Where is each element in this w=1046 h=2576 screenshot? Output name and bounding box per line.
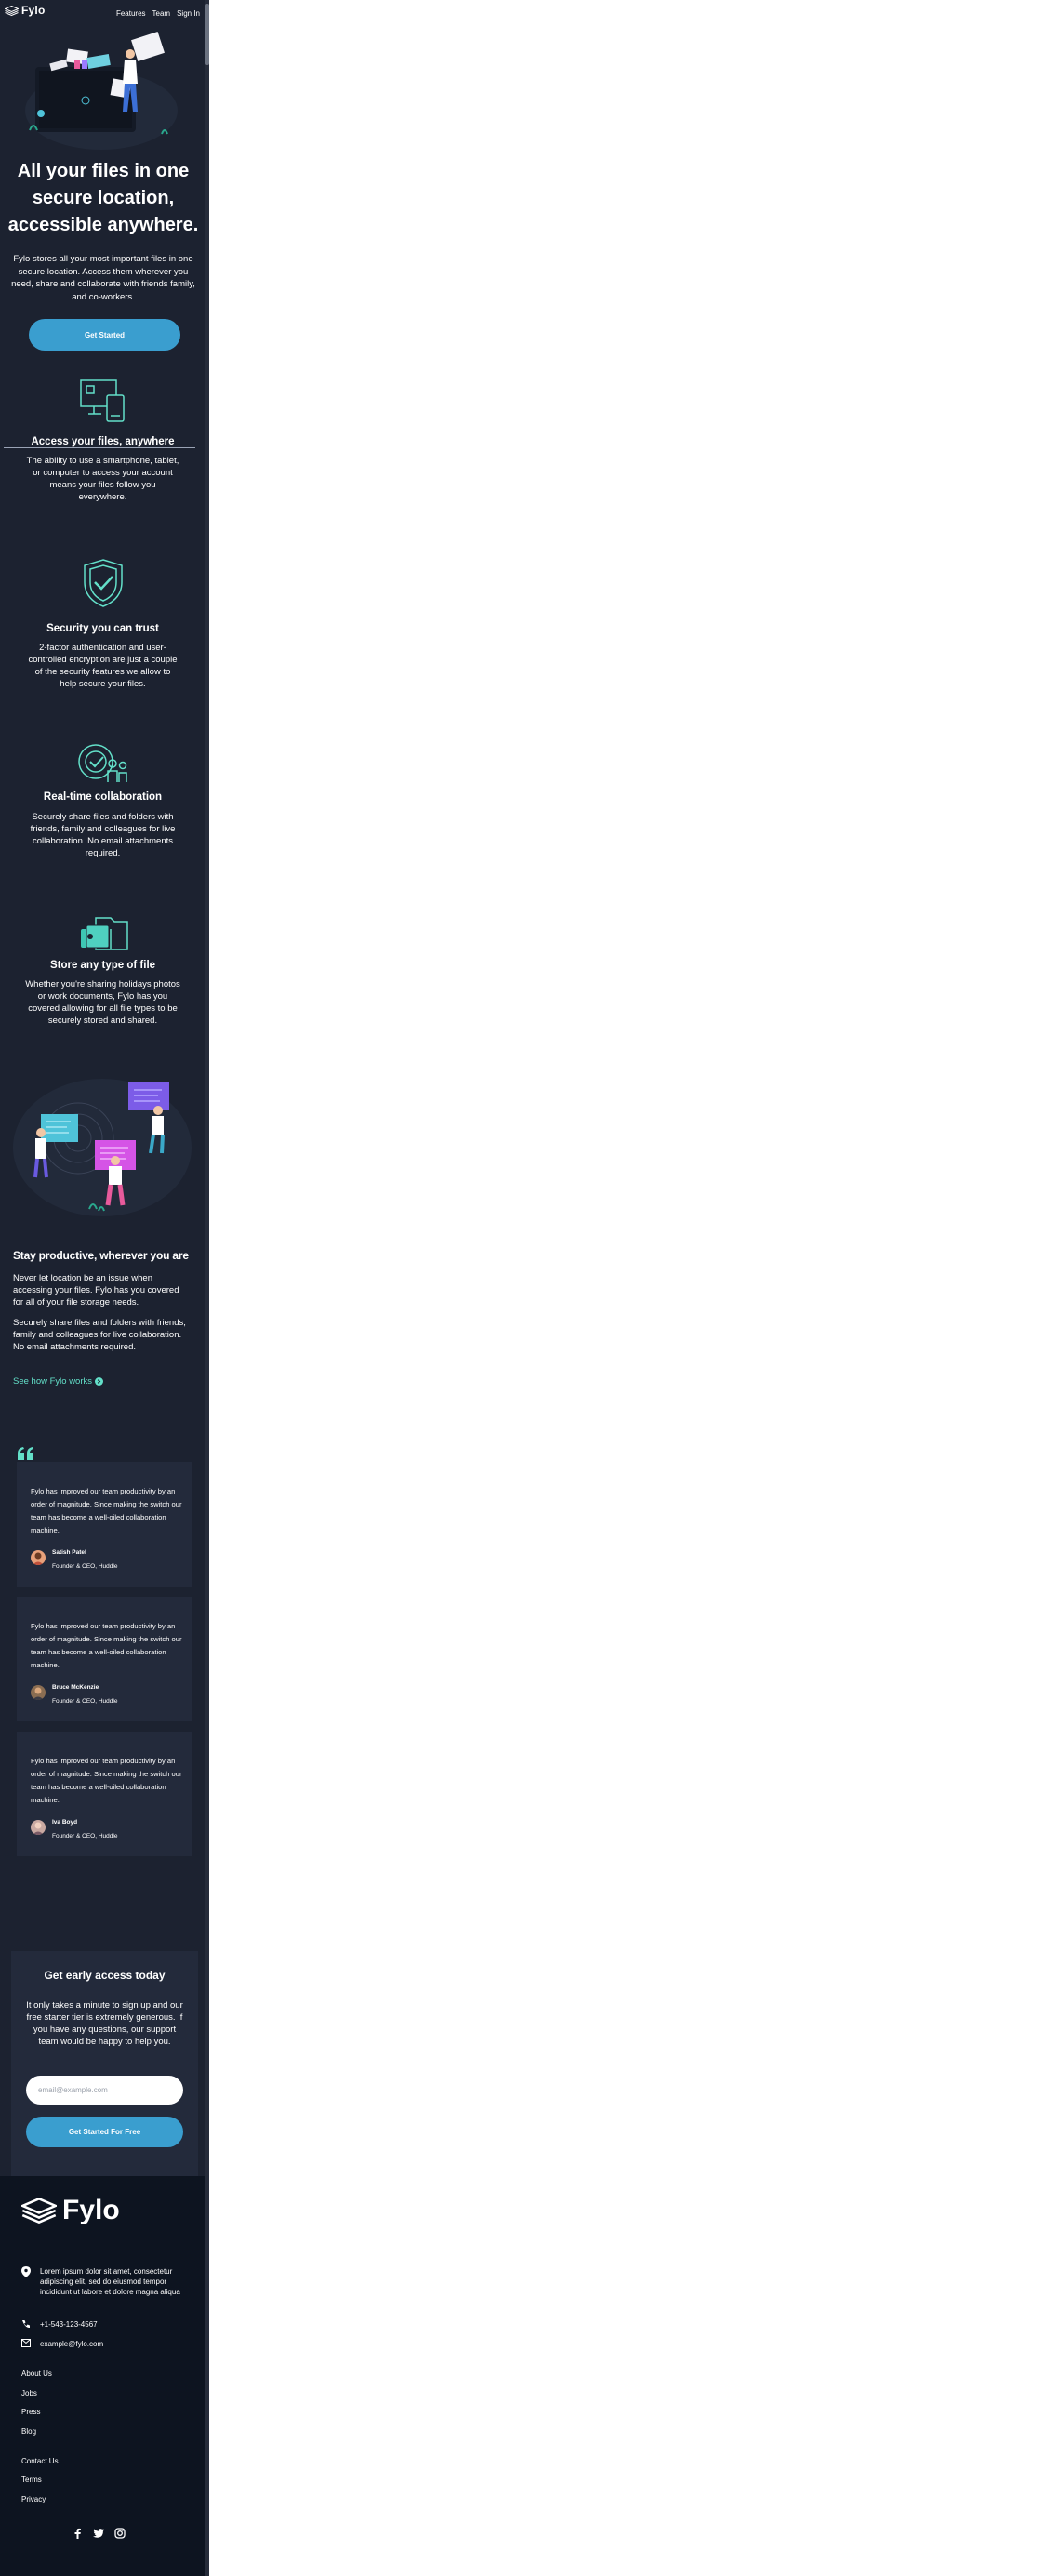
footer-link-press[interactable]: Press xyxy=(21,2408,40,2416)
divider-line xyxy=(4,447,195,448)
fylo-logo-icon xyxy=(21,2198,57,2224)
nav-sign-in[interactable]: Sign In xyxy=(177,9,200,18)
feature-title: Access your files, anywhere xyxy=(31,436,175,447)
facebook-icon[interactable] xyxy=(73,2528,83,2539)
testimonial-name: Bruce McKenzie xyxy=(52,1684,99,1691)
site-header: Fylo Features Team Sign In xyxy=(0,0,205,24)
testimonial-quote: Fylo has improved our team productivity … xyxy=(31,1487,182,1534)
folder-files-icon xyxy=(80,917,128,950)
page: Fylo Features Team Sign In All your file… xyxy=(0,0,209,2576)
devices-icon xyxy=(79,379,125,422)
email-text[interactable]: example@fylo.com xyxy=(40,2339,103,2349)
scrollbar[interactable] xyxy=(205,0,209,2576)
site-footer: Fylo Lorem ipsum dolor sit amet, consect… xyxy=(0,2176,205,2576)
feature-any-file: Store any type of file Whether you're sh… xyxy=(0,916,205,1027)
shield-icon xyxy=(83,559,123,607)
contact-address: Lorem ipsum dolor sit amet, consectetur … xyxy=(21,2266,189,2297)
scrollbar-thumb[interactable] xyxy=(205,4,209,65)
avatar xyxy=(31,1820,46,1835)
quote-icon xyxy=(18,1447,33,1460)
testimonial-quote: Fylo has improved our team productivity … xyxy=(31,1757,182,1804)
nav-features[interactable]: Features xyxy=(116,9,146,18)
testimonial-role: Founder & CEO, Huddle xyxy=(52,1563,118,1570)
header-logo[interactable]: Fylo xyxy=(5,4,45,17)
hero-illustration xyxy=(25,31,178,150)
footer-link-blog[interactable]: Blog xyxy=(21,2427,36,2436)
social-links xyxy=(73,2528,126,2539)
feature-title: Security you can trust xyxy=(46,623,159,634)
mail-icon xyxy=(21,2339,31,2347)
feature-text: Securely share files and folders with fr… xyxy=(30,812,176,858)
get-started-button[interactable]: Get Started xyxy=(29,319,180,351)
productive-paragraph-1: Never let location be an issue when acce… xyxy=(13,1273,179,1308)
fylo-logo-icon xyxy=(5,5,19,16)
productive-illustration xyxy=(13,1079,192,1216)
early-access-text: It only takes a minute to sign up and ou… xyxy=(26,2000,183,2047)
see-how-fylo-works-link[interactable]: See how Fylo works xyxy=(13,1376,104,1388)
testimonial-name: Satish Patel xyxy=(52,1549,86,1556)
footer-link-contact-us[interactable]: Contact Us xyxy=(21,2457,59,2465)
feature-access-anywhere: Access your files, anywhere The ability … xyxy=(0,378,205,503)
avatar xyxy=(31,1550,46,1565)
footer-logo[interactable]: Fylo xyxy=(21,2195,120,2226)
email-input[interactable] xyxy=(26,2076,183,2105)
productive-title: Stay productive, wherever you are xyxy=(13,1249,189,1262)
instagram-icon[interactable] xyxy=(114,2528,126,2539)
feature-title: Store any type of file xyxy=(49,960,156,971)
feature-text: 2-factor authentication and user-control… xyxy=(28,643,178,689)
address-text: Lorem ipsum dolor sit amet, consectetur … xyxy=(40,2267,180,2296)
footer-link-privacy[interactable]: Privacy xyxy=(21,2495,46,2503)
footer-logo-text: Fylo xyxy=(62,2195,120,2225)
main-nav: Features Team Sign In xyxy=(116,9,200,18)
get-started-free-button[interactable]: Get Started For Free xyxy=(26,2117,183,2147)
footer-link-about-us[interactable]: About Us xyxy=(21,2370,52,2378)
contact-phone: +1-543-123-4567 xyxy=(21,2319,98,2330)
collaboration-icon xyxy=(77,744,127,782)
phone-text[interactable]: +1-543-123-4567 xyxy=(40,2319,98,2330)
phone-icon xyxy=(22,2320,30,2329)
feature-title: Real-time collaboration xyxy=(43,791,163,803)
link-label: See how Fylo works xyxy=(13,1376,93,1387)
productive-paragraph-2: Securely share files and folders with fr… xyxy=(13,1318,186,1352)
early-access-card: Get early access today It only takes a m… xyxy=(11,1951,198,2176)
arrow-circle-icon xyxy=(95,1377,104,1386)
testimonial-role: Founder & CEO, Huddle xyxy=(52,1698,118,1705)
avatar xyxy=(31,1685,46,1700)
testimonial-name: Iva Boyd xyxy=(52,1819,78,1826)
feature-collaboration: Real-time collaboration Securely share f… xyxy=(0,741,205,859)
early-access-title: Get early access today xyxy=(44,1969,166,1982)
hero-title: All your files in one secure location, a… xyxy=(7,161,199,235)
contact-email: example@fylo.com xyxy=(21,2339,103,2349)
feature-text: The ability to use a smartphone, tablet,… xyxy=(26,456,179,502)
testimonial-card: Fylo has improved our team productivity … xyxy=(17,1732,192,1856)
location-pin-icon xyxy=(21,2266,31,2277)
testimonial-card: Fylo has improved our team productivity … xyxy=(17,1597,192,1721)
testimonial-quote: Fylo has improved our team productivity … xyxy=(31,1622,182,1669)
logo-text: Fylo xyxy=(21,4,46,17)
footer-link-jobs[interactable]: Jobs xyxy=(21,2389,37,2397)
nav-team[interactable]: Team xyxy=(152,9,171,18)
hero-text: Fylo stores all your most important file… xyxy=(11,254,195,302)
feature-security: Security you can trust 2-factor authenti… xyxy=(0,558,205,690)
feature-text: Whether you're sharing holidays photos o… xyxy=(25,979,180,1026)
testimonial-role: Founder & CEO, Huddle xyxy=(52,1833,118,1839)
twitter-icon[interactable] xyxy=(93,2528,104,2539)
testimonial-card: Fylo has improved our team productivity … xyxy=(17,1462,192,1587)
footer-link-terms[interactable]: Terms xyxy=(21,2476,42,2484)
